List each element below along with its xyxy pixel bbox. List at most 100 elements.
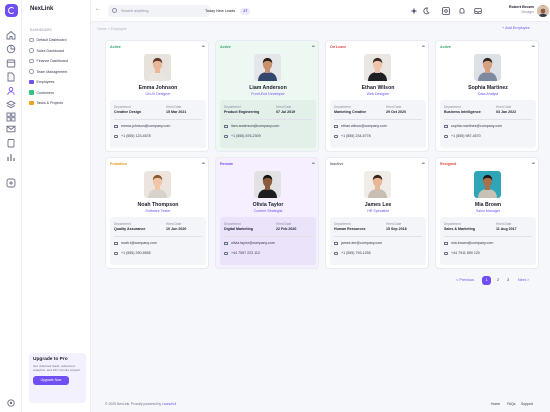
theme-toggle-icon[interactable] bbox=[422, 7, 430, 15]
sidebar-item-label: Employees bbox=[36, 80, 55, 84]
more-options-icon[interactable]: ••• bbox=[532, 161, 535, 167]
bar-chart-icon[interactable] bbox=[6, 152, 16, 162]
hired-date-value: 07 Jul 2019 bbox=[276, 110, 296, 114]
pagination-page-2[interactable]: 2 bbox=[497, 278, 499, 282]
employee-info-panel: Department Hired Date Business Intelligenc… bbox=[440, 100, 536, 148]
divider bbox=[114, 119, 202, 120]
employee-email[interactable]: olivia.taylor@company.com bbox=[224, 241, 275, 245]
footer-brand-link[interactable]: LaunchUi bbox=[162, 402, 176, 406]
more-options-icon[interactable]: ••• bbox=[422, 161, 425, 167]
sidebar-item-employees[interactable]: Employees bbox=[29, 78, 87, 86]
employee-card[interactable]: Inactive ••• James Lee HR Specialist Departm… bbox=[325, 157, 429, 269]
sidebar-item-marker bbox=[29, 58, 34, 64]
sidebar-item-sales-dashboard[interactable]: Sales Dashboard bbox=[29, 47, 87, 55]
hired-date-label: Hired Date bbox=[166, 222, 182, 226]
employee-email[interactable]: mia.brown@company.com bbox=[444, 241, 493, 245]
divider bbox=[224, 236, 312, 237]
sidebar-item-finance-dashboard[interactable]: Finance Dashboard bbox=[29, 57, 87, 65]
search-input[interactable]: Search anything bbox=[108, 5, 210, 17]
more-options-icon[interactable]: ••• bbox=[532, 44, 535, 50]
app-logo[interactable] bbox=[5, 4, 18, 17]
employee-phone[interactable]: +1 (555) 290-5555 bbox=[114, 251, 151, 255]
apps-icon[interactable] bbox=[442, 7, 450, 15]
user-info[interactable]: Robert Brown Manager bbox=[494, 5, 534, 14]
employee-phone[interactable]: +1 (555) 876-2309 bbox=[224, 134, 261, 138]
layers-icon[interactable] bbox=[6, 100, 16, 110]
employee-email[interactable]: sophia.martinez@company.com bbox=[444, 124, 502, 128]
upgrade-button[interactable]: Upgrade Now bbox=[33, 375, 69, 385]
user-role: Manager bbox=[521, 10, 534, 14]
employee-email[interactable]: liam.anderson@company.com bbox=[224, 124, 279, 128]
department-value: Sales & Marketing bbox=[444, 227, 475, 231]
breadcrumb[interactable]: Home > Employee bbox=[97, 27, 127, 31]
divider bbox=[334, 119, 422, 120]
notification-bell-icon[interactable] bbox=[458, 7, 466, 15]
employee-card[interactable]: Resigned ••• Mia Brown Sales Manager Departm… bbox=[435, 157, 539, 269]
employee-email[interactable]: emma.johnson@company.com bbox=[114, 124, 170, 128]
leads-count-badge: 27 bbox=[240, 8, 251, 15]
employee-email[interactable]: james.lee@company.com bbox=[334, 241, 382, 245]
home-icon[interactable] bbox=[6, 30, 16, 40]
clipboard-icon[interactable] bbox=[6, 138, 16, 148]
hired-date-label: Hired Date bbox=[276, 222, 292, 226]
employee-phone[interactable]: +44 7911 890 120 bbox=[444, 251, 480, 255]
add-app-icon[interactable] bbox=[6, 178, 16, 188]
inbox-icon[interactable] bbox=[474, 7, 482, 15]
settings-icon[interactable] bbox=[6, 398, 16, 408]
user-avatar[interactable] bbox=[537, 5, 549, 17]
chart-icon[interactable] bbox=[6, 44, 16, 54]
employee-name: Emma Johnson bbox=[138, 85, 178, 91]
pagination-page-3[interactable]: 3 bbox=[507, 278, 509, 282]
sidebar-item-marker bbox=[29, 37, 34, 43]
mail-icon[interactable] bbox=[6, 124, 16, 134]
department-label: Department bbox=[114, 105, 131, 109]
department-value: Marketing Creative bbox=[334, 110, 367, 114]
users-icon[interactable] bbox=[6, 86, 16, 96]
employee-email[interactable]: noah.t@company.com bbox=[114, 241, 157, 245]
employee-card[interactable]: Active ••• Liam Anderson Front-End Develope… bbox=[215, 40, 319, 152]
add-employee-button[interactable]: + Add Employee bbox=[502, 26, 530, 30]
more-options-icon[interactable]: ••• bbox=[202, 161, 205, 167]
footer-link-home[interactable]: Home bbox=[491, 402, 500, 406]
mail-icon bbox=[224, 124, 228, 128]
calendar-icon[interactable] bbox=[6, 58, 16, 68]
employee-card[interactable]: Remote ••• Olivia Taylor Content Strategist… bbox=[215, 157, 319, 269]
more-options-icon[interactable]: ••• bbox=[422, 44, 425, 50]
department-value: Product Engineering bbox=[224, 110, 260, 114]
employee-email[interactable]: ethan.wilson@company.com bbox=[334, 124, 387, 128]
pagination-page-1[interactable]: 1 bbox=[482, 276, 491, 285]
status-badge: Active bbox=[440, 45, 451, 49]
sidebar-item-default-dashboard[interactable]: Default Dashboard bbox=[29, 36, 87, 44]
email-text: noah.t@company.com bbox=[121, 241, 157, 245]
hired-date-label: Hired Date bbox=[496, 222, 512, 226]
employee-card[interactable]: Active ••• Sophia Martinez Data Analyst Depa… bbox=[435, 40, 539, 152]
footer-link-faqs[interactable]: FAQs bbox=[507, 402, 515, 406]
sidebar-item-customers[interactable]: Customers bbox=[29, 89, 87, 97]
more-options-icon[interactable]: ••• bbox=[202, 44, 205, 50]
grid-icon[interactable] bbox=[6, 112, 16, 122]
sidebar-item-marker bbox=[29, 90, 34, 95]
more-options-icon[interactable]: ••• bbox=[312, 44, 315, 50]
sidebar-item-team-management[interactable]: Team Management bbox=[29, 68, 87, 76]
sparkle-icon[interactable] bbox=[410, 7, 418, 15]
employee-phone[interactable]: +44 7597 223 113 bbox=[224, 251, 260, 255]
employee-phone[interactable]: +1 (555) 234-5778 bbox=[334, 134, 371, 138]
employee-card[interactable]: On Leave ••• Ethan Wilson Web Designer Depar… bbox=[325, 40, 429, 152]
employee-card[interactable]: Active ••• Emma Johnson UI/UX Designer Depar… bbox=[105, 40, 209, 152]
employee-info-panel: Department Hired Date Quality Assurance 10 … bbox=[110, 217, 206, 265]
pagination-next[interactable]: Next > bbox=[518, 278, 529, 282]
sidebar-item-marker bbox=[29, 48, 34, 53]
back-arrow-icon[interactable]: ← bbox=[95, 6, 101, 12]
employee-phone[interactable]: +1 (555) 793-1255 bbox=[334, 251, 371, 255]
pagination-previous[interactable]: < Previous bbox=[456, 278, 474, 282]
employee-phone[interactable]: +1 (555) 987-4570 bbox=[444, 134, 481, 138]
employee-info-panel: Department Hired Date Product Engineering 0… bbox=[220, 100, 316, 148]
employee-phone[interactable]: +1 (555) 123-4578 bbox=[114, 134, 151, 138]
more-options-icon[interactable]: ••• bbox=[312, 161, 315, 167]
phone-icon bbox=[224, 251, 228, 255]
status-badge: Remote bbox=[220, 162, 234, 166]
footer-link-support[interactable]: Support bbox=[521, 402, 533, 406]
sidebar-item-tasks-projects[interactable]: Tasks & Projects bbox=[29, 99, 87, 107]
document-icon[interactable] bbox=[6, 72, 16, 82]
employee-card[interactable]: Probation ••• Noah Thompson Software Tester… bbox=[105, 157, 209, 269]
